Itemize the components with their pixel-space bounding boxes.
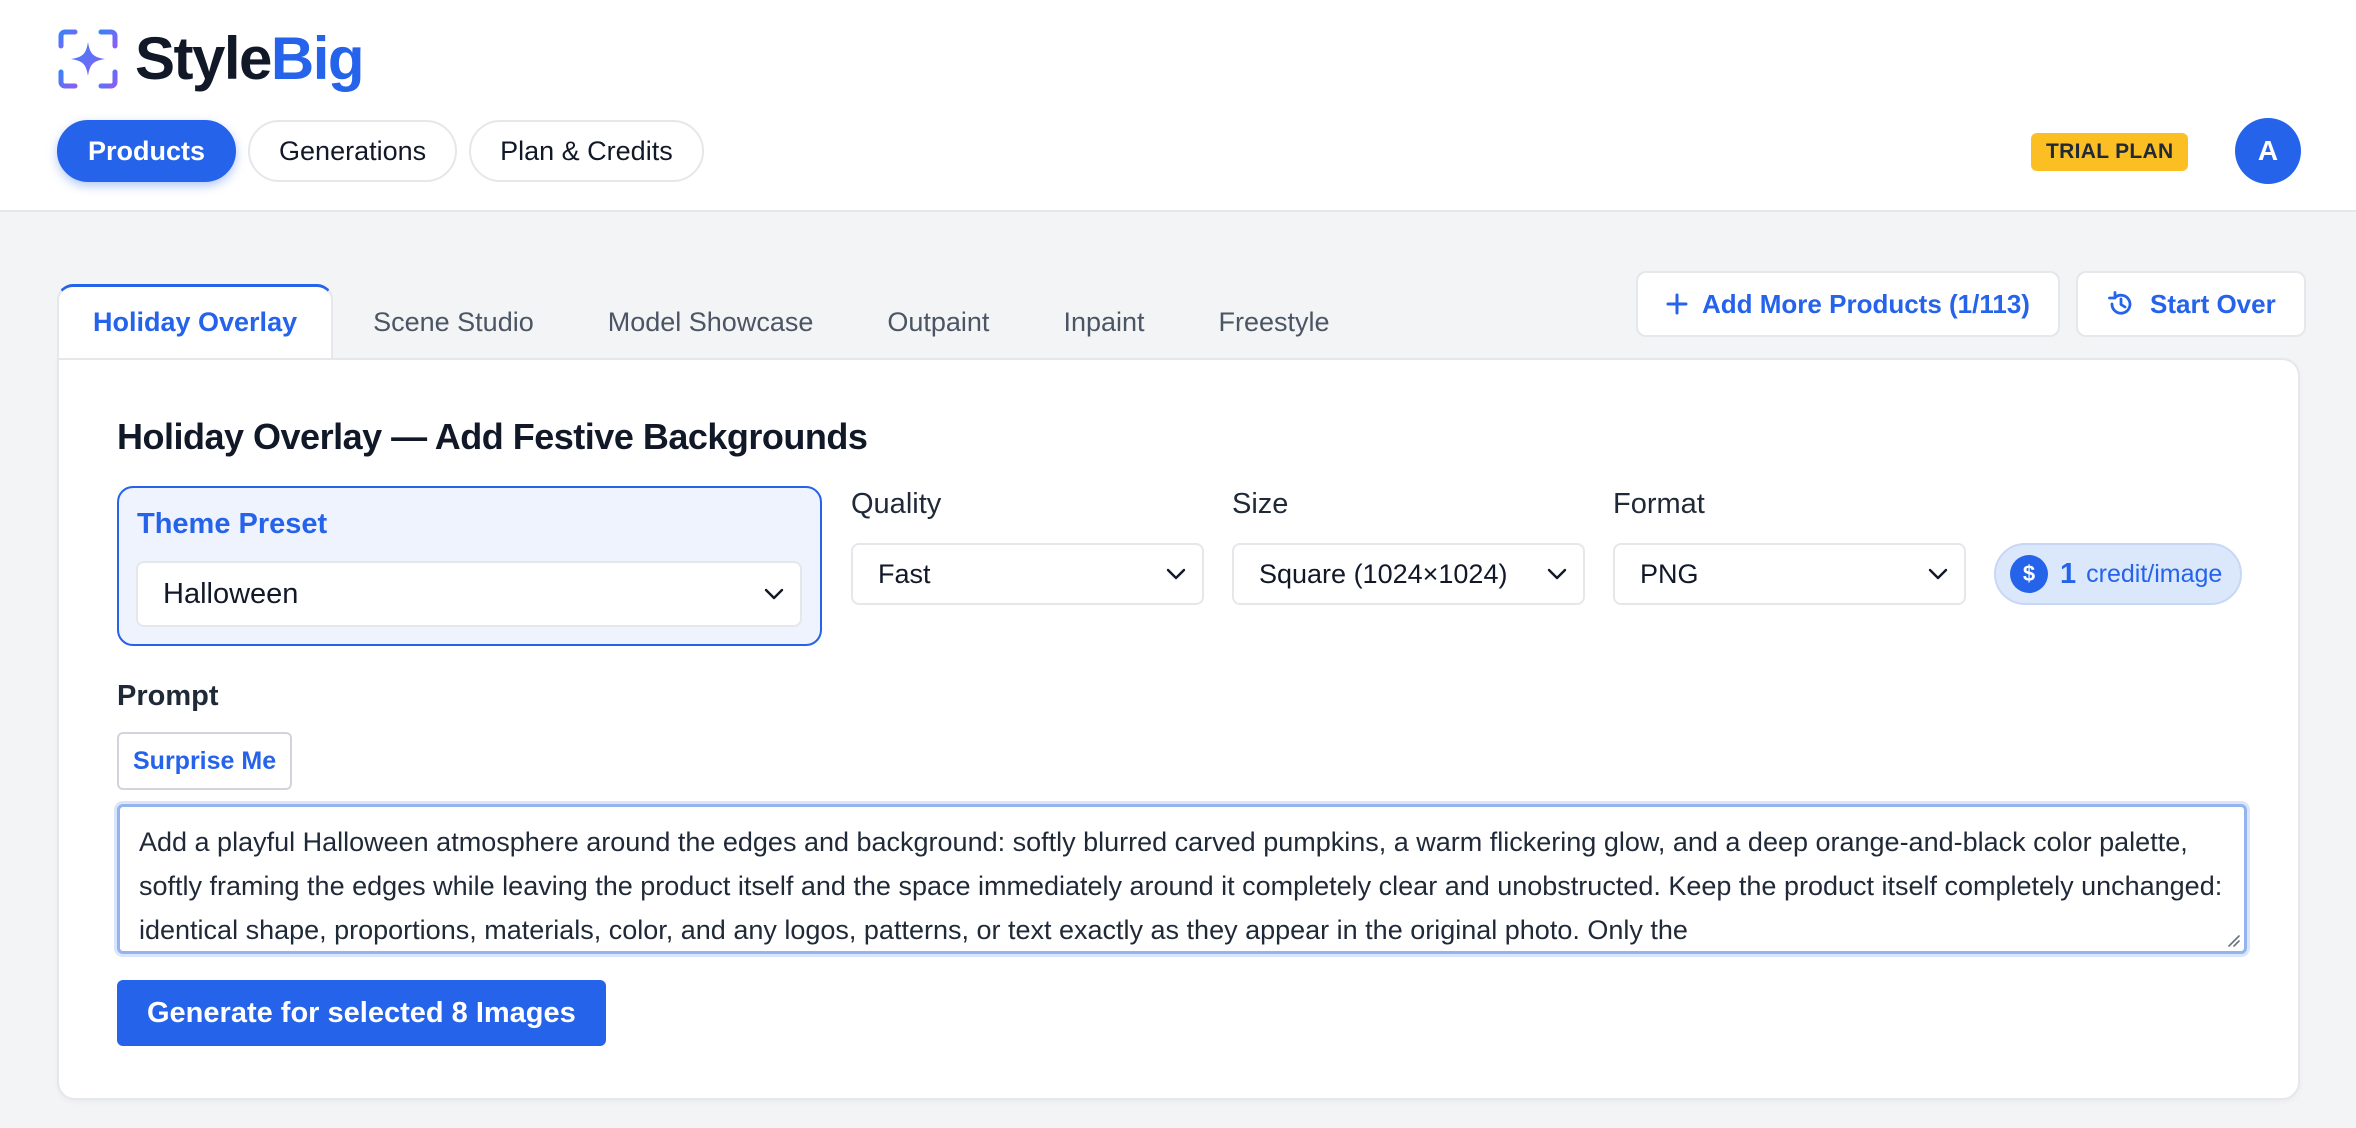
- size-value: Square (1024×1024): [1259, 558, 1508, 589]
- nav-plan-credits[interactable]: Plan & Credits: [469, 120, 704, 182]
- brand-name-part2: Big: [270, 25, 365, 92]
- tool-panel: Holiday Overlay — Add Festive Background…: [57, 358, 2300, 1100]
- chevron-down-icon: [1166, 568, 1186, 580]
- quality-value: Fast: [878, 558, 931, 589]
- tab-freestyle[interactable]: Freestyle: [1185, 286, 1364, 358]
- tab-inpaint[interactable]: Inpaint: [1029, 286, 1178, 358]
- tab-model-showcase[interactable]: Model Showcase: [574, 286, 848, 358]
- history-icon: [2108, 291, 2132, 315]
- brand-name: StyleBig: [135, 25, 365, 92]
- size-label: Size: [1232, 488, 1289, 520]
- nav-generations[interactable]: Generations: [248, 120, 458, 182]
- credit-unit: credit/image: [2086, 559, 2223, 588]
- start-over-label: Start Over: [2150, 288, 2276, 319]
- nav-products[interactable]: Products: [57, 120, 237, 182]
- resize-grip-icon[interactable]: [2226, 933, 2240, 947]
- app-header: StyleBig Products Generations Plan & Cre…: [0, 0, 2356, 212]
- tool-tabs: Holiday Overlay Scene Studio Model Showc…: [57, 284, 1364, 358]
- main-nav: Products Generations Plan & Credits: [57, 120, 704, 182]
- panel-title: Holiday Overlay — Add Festive Background…: [117, 416, 868, 457]
- tab-scene-studio[interactable]: Scene Studio: [339, 286, 568, 358]
- theme-preset-label: Theme Preset: [137, 508, 328, 540]
- tab-outpaint[interactable]: Outpaint: [853, 286, 1023, 358]
- credit-cost-badge: $ 1 credit/image: [1994, 543, 2242, 605]
- credit-amount: 1: [2060, 557, 2077, 590]
- size-select[interactable]: Square (1024×1024): [1232, 543, 1585, 605]
- dollar-coin-icon: $: [2010, 555, 2048, 593]
- prompt-text: Add a playful Halloween atmosphere aroun…: [139, 827, 2223, 945]
- plus-icon: [1666, 293, 1688, 315]
- chevron-down-icon: [764, 588, 784, 600]
- sparkle-frame-icon: [58, 29, 118, 89]
- avatar[interactable]: A: [2235, 118, 2301, 184]
- prompt-label: Prompt: [117, 680, 219, 712]
- theme-preset-select[interactable]: Halloween: [136, 561, 802, 627]
- quality-select[interactable]: Fast: [851, 543, 1204, 605]
- surprise-me-button[interactable]: Surprise Me: [117, 732, 293, 790]
- prompt-textarea[interactable]: Add a playful Halloween atmosphere aroun…: [117, 804, 2247, 954]
- format-label: Format: [1613, 488, 1705, 520]
- theme-preset-value: Halloween: [163, 577, 299, 610]
- start-over-button[interactable]: Start Over: [2076, 271, 2306, 337]
- brand-name-part1: Style: [135, 25, 272, 92]
- chevron-down-icon: [1547, 568, 1567, 580]
- add-more-products-button[interactable]: Add More Products (1/113): [1636, 271, 2060, 337]
- chevron-down-icon: [1928, 568, 1948, 580]
- plan-badge: TRIAL PLAN: [2031, 133, 2189, 171]
- brand-logo[interactable]: StyleBig: [57, 25, 365, 92]
- quality-label: Quality: [851, 488, 942, 520]
- generate-button[interactable]: Generate for selected 8 Images: [117, 980, 606, 1046]
- format-select[interactable]: PNG: [1613, 543, 1966, 605]
- format-value: PNG: [1640, 558, 1699, 589]
- tab-holiday-overlay[interactable]: Holiday Overlay: [57, 284, 334, 358]
- add-more-products-label: Add More Products (1/113): [1702, 288, 2030, 319]
- theme-preset-group: Theme Preset Halloween: [117, 486, 822, 646]
